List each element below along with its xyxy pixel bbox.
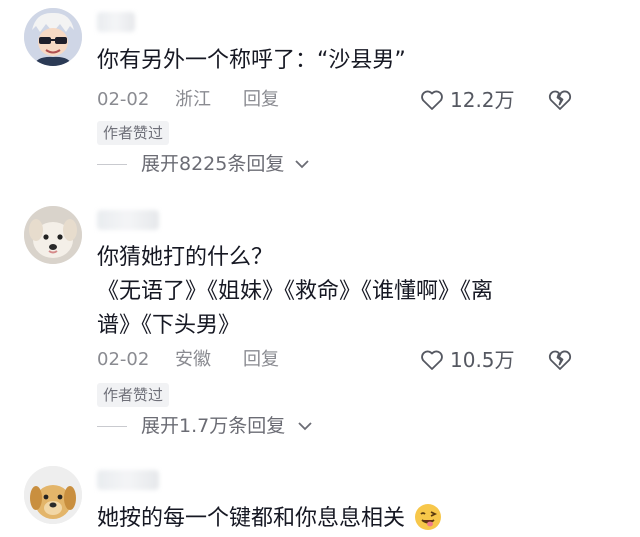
heart-outline-icon — [421, 350, 443, 370]
expand-replies-label: 展开8225条回复 — [141, 153, 285, 175]
like-count: 12.2万 — [450, 88, 515, 112]
comment-text: 她按的每一个键都和你息息相关 — [97, 502, 497, 536]
username[interactable] — [97, 12, 135, 32]
username[interactable] — [97, 470, 159, 490]
comment-text: 你猜她打的什么？ 《无语了》《姐妹》《救命》《谁懂啊》《离 谱》《下头男》 — [97, 245, 494, 338]
broken-heart-icon[interactable] — [548, 88, 572, 112]
chevron-down-icon — [295, 160, 309, 169]
comment-date: 02-02 — [97, 89, 150, 110]
reply-button[interactable]: 回复 — [243, 347, 279, 373]
comment-text: 你有另外一个称呼了：“沙县男” — [97, 48, 406, 73]
avatar[interactable] — [24, 466, 82, 524]
broken-heart-icon[interactable] — [548, 348, 572, 372]
comment-list: 你有另外一个称呼了：“沙县男” 02-02 浙江 回复 12.2万 作者赞过 展… — [0, 0, 640, 537]
expand-replies-label: 展开1.7万条回复 — [141, 415, 286, 437]
comment-date: 02-02 — [97, 349, 150, 370]
comment-region: 浙江 — [175, 89, 211, 110]
heart-outline-icon — [421, 90, 443, 110]
comment-text-content: 她按的每一个键都和你息息相关 — [97, 506, 406, 531]
comment-region: 安徽 — [175, 349, 211, 370]
wink-tongue-emoji-icon — [415, 504, 442, 530]
chevron-down-icon — [298, 422, 312, 431]
username[interactable] — [97, 210, 159, 230]
like-count: 10.5万 — [450, 348, 515, 372]
avatar[interactable] — [24, 206, 82, 264]
author-liked-badge: 作者赞过 — [97, 383, 170, 407]
avatar[interactable] — [24, 8, 82, 66]
author-liked-badge: 作者赞过 — [97, 121, 170, 145]
divider-line — [97, 426, 127, 427]
divider-line — [97, 164, 127, 165]
reply-button[interactable]: 回复 — [243, 87, 279, 113]
